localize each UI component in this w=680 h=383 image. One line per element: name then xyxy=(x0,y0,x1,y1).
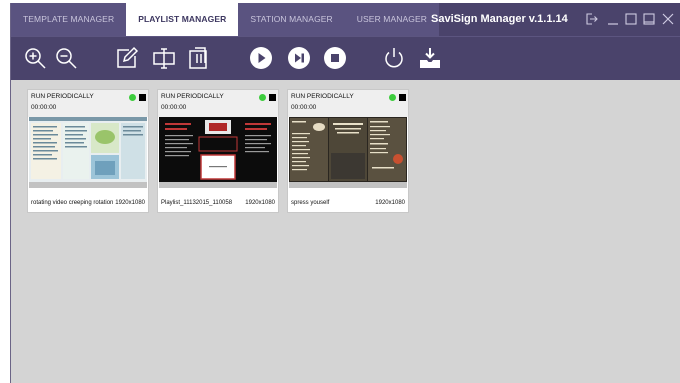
skip-icon[interactable] xyxy=(286,45,312,71)
status-indicator xyxy=(129,94,136,101)
status-indicator xyxy=(259,94,266,101)
playlist-resolution: 1920x1080 xyxy=(375,200,405,206)
tab-playlist-manager[interactable]: PLAYLIST MANAGER xyxy=(126,3,239,36)
playlist-card[interactable]: RUN PERIODICALLY 00:00:00 xyxy=(157,89,279,213)
playlist-grid: RUN PERIODICALLY 00:00:00 rotating video… xyxy=(11,80,680,383)
duration-label: 00:00:00 xyxy=(291,104,317,111)
playlist-card[interactable]: RUN PERIODICALLY 00:00:00 xyxy=(27,89,149,213)
rename-icon[interactable] xyxy=(151,45,177,71)
deploy-icon[interactable] xyxy=(417,45,443,71)
duration-label: 00:00:00 xyxy=(161,104,187,111)
stop-indicator xyxy=(269,94,276,101)
restore-icon[interactable] xyxy=(641,11,657,27)
playlist-resolution: 1920x1080 xyxy=(245,200,275,206)
stop-indicator xyxy=(399,94,406,101)
playlist-name: spress youself xyxy=(291,200,330,206)
playlist-name: Playlist_11132015_110058 xyxy=(161,200,233,206)
playlist-name: rotating video creeping rotation xyxy=(31,200,114,206)
minimize-icon[interactable] xyxy=(605,11,621,27)
play-icon[interactable] xyxy=(248,45,274,71)
run-mode-label: RUN PERIODICALLY xyxy=(161,93,224,100)
playlist-resolution: 1920x1080 xyxy=(115,200,145,206)
logout-icon[interactable] xyxy=(583,11,599,27)
duration-label: 00:00:00 xyxy=(31,104,57,111)
playlist-thumbnail xyxy=(289,117,407,182)
run-mode-label: RUN PERIODICALLY xyxy=(291,93,354,100)
close-icon[interactable] xyxy=(660,11,676,27)
progress-track xyxy=(159,182,277,188)
playlist-thumbnail xyxy=(29,117,147,182)
playlist-card[interactable]: RUN PERIODICALLY 00:00:00 xyxy=(287,89,409,213)
tab-station-manager[interactable]: STATION MANAGER xyxy=(238,3,345,36)
playlist-thumbnail xyxy=(159,117,277,182)
stop-icon[interactable] xyxy=(322,45,348,71)
delete-icon[interactable] xyxy=(186,45,212,71)
progress-track xyxy=(289,182,407,188)
progress-track xyxy=(29,182,147,188)
status-indicator xyxy=(389,94,396,101)
tab-template-manager[interactable]: TEMPLATE MANAGER xyxy=(11,3,127,36)
power-icon[interactable] xyxy=(381,45,407,71)
title-bar: TEMPLATE MANAGER PLAYLIST MANAGER STATIO… xyxy=(11,3,680,36)
edit-icon[interactable] xyxy=(114,45,140,71)
app-title: SaviSign Manager v.1.1.14 xyxy=(431,13,568,25)
toolbar xyxy=(11,36,680,80)
tab-user-manager[interactable]: USER MANAGER xyxy=(344,3,439,36)
maximize-icon[interactable] xyxy=(623,11,639,27)
zoom-in-icon[interactable] xyxy=(22,45,48,71)
tab-bar: TEMPLATE MANAGER PLAYLIST MANAGER STATIO… xyxy=(11,3,439,36)
zoom-out-icon[interactable] xyxy=(53,45,79,71)
stop-indicator xyxy=(139,94,146,101)
app-window: TEMPLATE MANAGER PLAYLIST MANAGER STATIO… xyxy=(10,3,680,383)
run-mode-label: RUN PERIODICALLY xyxy=(31,93,94,100)
